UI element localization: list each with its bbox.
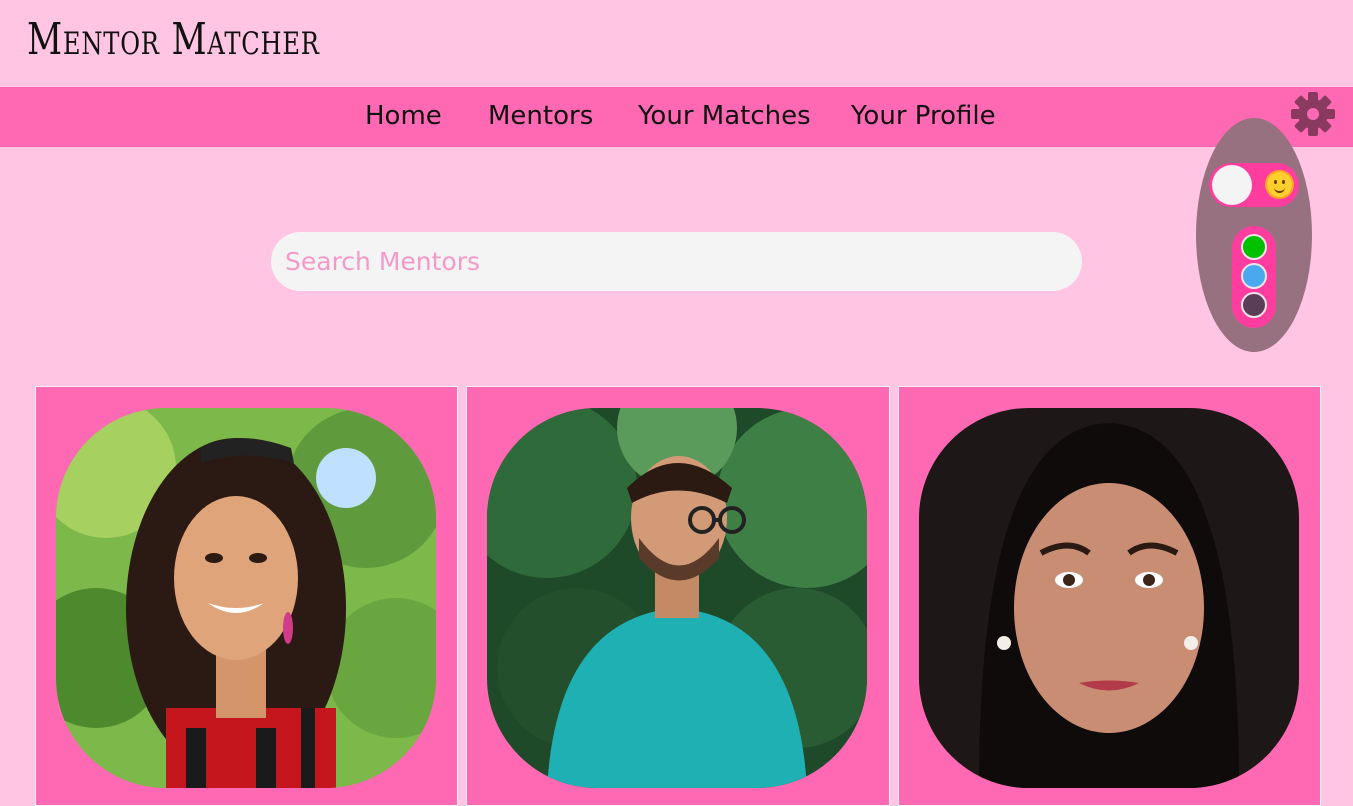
mentor-card[interactable] bbox=[35, 386, 458, 806]
mentor-photo bbox=[919, 408, 1299, 788]
swatch-blue[interactable] bbox=[1241, 263, 1267, 289]
mentor-card[interactable] bbox=[466, 386, 890, 806]
swatch-purple[interactable] bbox=[1241, 292, 1267, 318]
toggle-knob bbox=[1212, 165, 1252, 205]
gear-icon[interactable] bbox=[1290, 91, 1336, 137]
swatch-green[interactable] bbox=[1241, 234, 1267, 260]
search-input[interactable] bbox=[271, 232, 1082, 291]
mentor-photo bbox=[56, 408, 436, 788]
header: Mentor Matcher bbox=[0, 0, 1353, 87]
mentor-card[interactable] bbox=[898, 386, 1321, 806]
sun-emoji-icon bbox=[1267, 172, 1292, 197]
nav-your-matches[interactable]: Your Matches bbox=[638, 101, 811, 131]
mentor-photo bbox=[487, 408, 867, 788]
nav-your-profile[interactable]: Your Profile bbox=[851, 101, 996, 131]
navbar: Home Mentors Your Matches Your Profile bbox=[0, 87, 1353, 147]
theme-toggle[interactable] bbox=[1209, 163, 1299, 207]
color-swatch-group bbox=[1232, 226, 1276, 328]
app-title: Mentor Matcher bbox=[27, 14, 320, 65]
nav-mentors[interactable]: Mentors bbox=[488, 101, 593, 131]
nav-home[interactable]: Home bbox=[365, 101, 442, 131]
